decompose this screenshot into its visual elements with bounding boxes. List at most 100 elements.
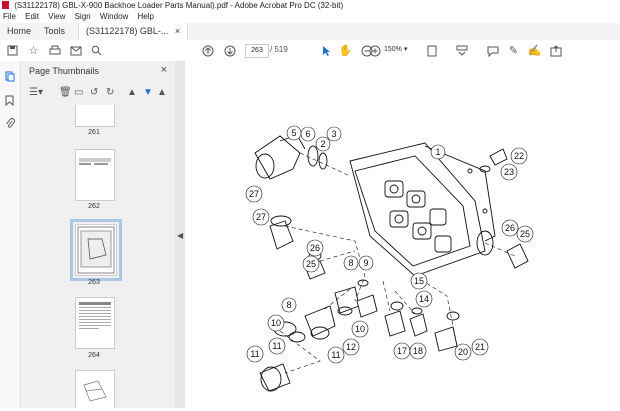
menu-edit[interactable]: Edit (25, 12, 39, 21)
svg-text:25: 25 (306, 259, 316, 269)
callout-22: 22 (510, 147, 528, 165)
callout-26: 26 (306, 239, 324, 257)
svg-text:20: 20 (458, 347, 468, 357)
callout-23: 23 (500, 163, 518, 181)
previous-page-icon[interactable] (201, 44, 214, 57)
insert-page-icon[interactable]: ▭ (74, 87, 83, 98)
navigation-rail (0, 61, 21, 408)
svg-text:2: 2 (320, 139, 325, 149)
svg-text:3: 3 (331, 129, 336, 139)
tab-home[interactable]: Home (0, 23, 38, 40)
scroll-mode-icon[interactable] (455, 44, 468, 57)
callout-11: 11 (327, 346, 345, 364)
delete-trash-icon[interactable]: 🗑 (59, 87, 72, 98)
tab-document[interactable]: (S31122178) GBL-... × (78, 23, 189, 40)
tab-document-label: (S31122178) GBL-... (86, 26, 169, 36)
svg-text:14: 14 (419, 294, 429, 304)
svg-text:11: 11 (331, 350, 340, 360)
main-toolbar: ☆ 263 / 519 ✋ 150% ▾ ✎ ✍ (0, 40, 620, 62)
menu-file[interactable]: File (3, 12, 16, 21)
window-title-bar: (S31122178) GBL-X-900 Backhoe Loader Par… (0, 0, 620, 11)
attachment-paperclip-icon[interactable] (5, 118, 15, 128)
tab-bar: Home Tools (S31122178) GBL-... × (0, 23, 620, 41)
menu-help[interactable]: Help (138, 12, 154, 21)
page-thumbnails-icon[interactable] (5, 71, 15, 82)
svg-text:10: 10 (355, 324, 365, 334)
callout-21: 21 (471, 338, 489, 356)
bookmark-icon[interactable] (5, 95, 15, 107)
fit-page-icon[interactable] (425, 44, 438, 57)
panel-title: Page Thumbnails (29, 66, 99, 76)
thumbnail-page-selected[interactable] (70, 219, 122, 281)
page-count: / 519 (270, 45, 288, 54)
svg-text:18: 18 (413, 346, 423, 356)
thumbnail-smaller-icon[interactable]: ▲ (127, 87, 137, 98)
document-view[interactable]: 1 2 3 5 6 8 8 9 10 10 11 11 11 12 14 15 … (185, 61, 620, 408)
tab-tools[interactable]: Tools (37, 23, 72, 40)
highlight-pen-icon[interactable]: ✎ (507, 44, 520, 57)
thumbnail-larger-icon[interactable]: ▲ (157, 87, 167, 98)
zoom-in-icon[interactable] (368, 44, 381, 57)
thumbnail-page[interactable] (75, 105, 115, 127)
bookmark-star-icon[interactable]: ☆ (27, 44, 40, 57)
callout-2: 2 (315, 136, 331, 152)
svg-text:26: 26 (310, 243, 320, 253)
email-icon[interactable] (69, 44, 82, 57)
callout-10: 10 (351, 320, 369, 338)
svg-text:11: 11 (250, 349, 259, 359)
thumbnail-label: 263 (88, 279, 100, 286)
hand-tool-icon[interactable]: ✋ (339, 44, 353, 57)
page-number-input[interactable]: 263 (245, 44, 269, 58)
close-icon[interactable]: × (175, 26, 180, 36)
zoom-level[interactable]: 150% ▾ (384, 44, 410, 56)
svg-text:27: 27 (256, 212, 266, 222)
comment-icon[interactable] (486, 44, 499, 57)
thumbnail-label: 261 (88, 129, 100, 136)
chevron-down-icon: ▾ (403, 46, 408, 53)
close-icon[interactable]: × (161, 64, 167, 76)
svg-text:15: 15 (414, 276, 424, 286)
options-menu-icon[interactable]: ☰▾ (29, 87, 43, 98)
select-cursor-icon[interactable] (319, 44, 332, 57)
share-icon[interactable] (549, 44, 562, 57)
svg-text:27: 27 (249, 189, 259, 199)
print-icon[interactable] (48, 44, 61, 57)
thumbnail-label: 264 (88, 352, 100, 359)
thumbnail-page[interactable] (75, 297, 115, 349)
svg-text:6: 6 (305, 129, 310, 139)
svg-text:1: 1 (435, 147, 440, 157)
sign-icon[interactable]: ✍ (528, 44, 542, 57)
callout-8: 8 (343, 255, 359, 271)
search-icon[interactable] (90, 44, 103, 57)
callout-15: 15 (410, 272, 428, 290)
svg-text:22: 22 (514, 151, 524, 161)
callout-10: 10 (267, 314, 285, 332)
collapse-panel-icon[interactable]: ◀ (177, 231, 183, 240)
svg-text:9: 9 (363, 258, 368, 268)
rotate-clockwise-icon[interactable]: ↻ (106, 87, 114, 98)
thumbnail-page[interactable] (75, 370, 115, 408)
page-thumbnails-panel: Page Thumbnails × ☰▾ 🗑 ▭ ↺ ↻ ▲ ▼ ▲ 261 2… (21, 61, 192, 408)
thumbnail-page[interactable] (75, 149, 115, 201)
callout-17: 17 (393, 342, 411, 360)
callout-11: 11 (268, 337, 286, 355)
parts-diagram: 1 2 3 5 6 8 8 9 10 10 11 11 11 12 14 15 … (245, 125, 534, 392)
thumbnail-slider-icon[interactable]: ▼ (143, 87, 153, 98)
rotate-counterclockwise-icon[interactable]: ↺ (90, 87, 98, 98)
menu-window[interactable]: Window (100, 12, 128, 21)
callout-26: 26 (501, 219, 519, 237)
callout-12: 12 (342, 338, 360, 356)
callout-20: 20 (454, 343, 472, 361)
menu-sign[interactable]: Sign (75, 12, 91, 21)
save-icon[interactable] (6, 44, 19, 57)
menu-view[interactable]: View (48, 12, 65, 21)
callout-1: 1 (430, 144, 446, 160)
callout-6: 6 (300, 126, 316, 142)
window-title: (S31122178) GBL-X-900 Backhoe Loader Par… (14, 1, 344, 10)
panel-splitter[interactable]: ◀ (175, 61, 185, 408)
next-page-icon[interactable] (223, 44, 236, 57)
callout-27: 27 (252, 208, 270, 226)
callout-11: 11 (246, 345, 264, 363)
thumbnail-label: 262 (88, 203, 100, 210)
svg-text:26: 26 (505, 223, 515, 233)
